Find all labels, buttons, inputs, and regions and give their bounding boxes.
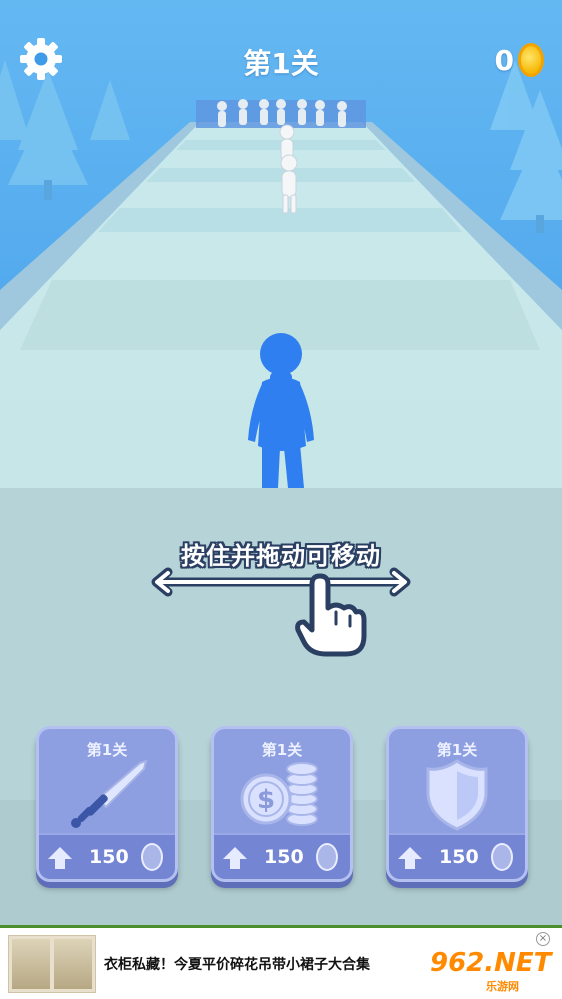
- close-icon[interactable]: ×: [536, 932, 550, 946]
- upgrade-footer: 150: [39, 833, 175, 879]
- double-arrow-icon: [151, 567, 411, 597]
- coin-counter: 0: [495, 42, 544, 78]
- drag-hint-graphic: [151, 567, 411, 657]
- coin-icon: [518, 43, 544, 77]
- upgrade-cost: 150: [89, 846, 129, 868]
- upgrade-footer: 150: [214, 833, 350, 879]
- coin-icon: [141, 843, 163, 871]
- ad-thumbnail: [8, 935, 96, 993]
- upgrade-cost: 150: [264, 846, 304, 868]
- sword-icon: [71, 759, 148, 828]
- coin-count: 0: [494, 43, 514, 77]
- watermark-sub: 乐游网: [486, 980, 519, 993]
- shield-icon: [426, 759, 488, 831]
- upgrade-arrow-icon: [223, 847, 247, 869]
- coin-stack-icon: $: [240, 762, 318, 826]
- watermark-brand: 962.NET: [430, 948, 552, 978]
- upgrade-arrow-icon: [48, 847, 72, 869]
- upgrade-arrow-icon: [398, 847, 422, 869]
- svg-text:$: $: [257, 785, 275, 815]
- ad-title: 衣柜私藏！今夏平价碎花吊带小裙子大合集: [104, 957, 370, 973]
- upgrade-card-sword[interactable]: 第1关 150: [36, 726, 178, 882]
- level-title: 第1关: [243, 47, 319, 80]
- ad-banner[interactable]: 衣柜私藏！今夏平价碎花吊带小裙子大合集 × 962.NET 乐游网: [0, 925, 562, 999]
- upgrade-cost: 150: [439, 846, 479, 868]
- coin-icon: [491, 843, 513, 871]
- coin-icon: [316, 843, 338, 871]
- drag-hint: 按住并拖动可移动: [150, 534, 412, 664]
- pointing-hand-icon: [295, 573, 367, 657]
- upgrade-card-income[interactable]: 第1关 $ 150: [211, 726, 353, 882]
- watermark-logo: 962.NET 乐游网: [430, 948, 556, 996]
- upgrade-card-shield[interactable]: 第1关 150: [386, 726, 528, 882]
- upgrade-footer: 150: [389, 833, 525, 879]
